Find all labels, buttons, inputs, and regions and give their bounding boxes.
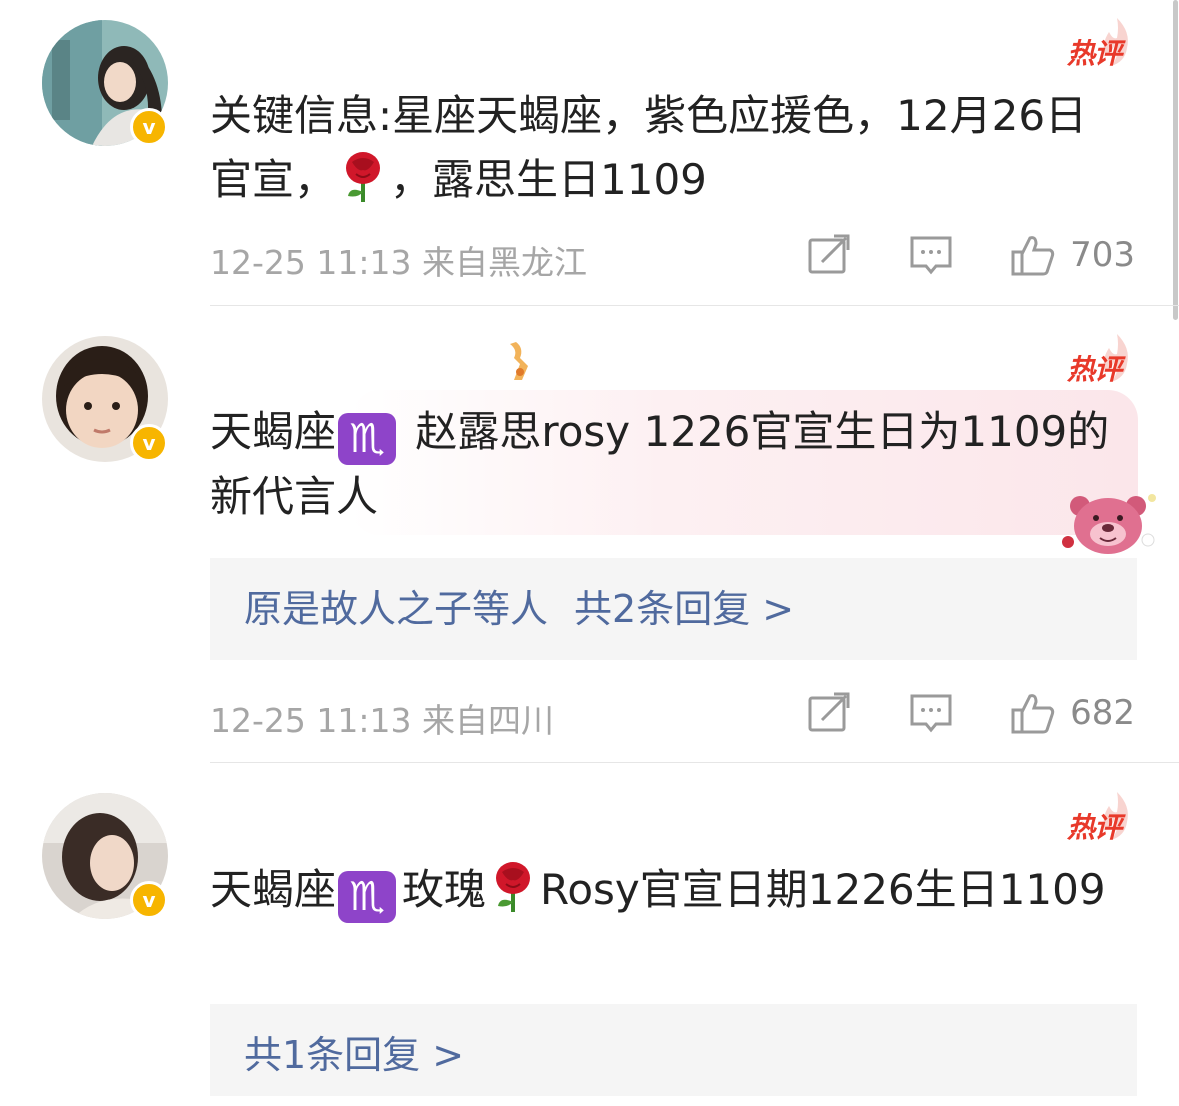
comment-text: 天蝎座 ♏ 赵露思rosy 1226官宣生日为1109的新代言人	[210, 400, 1110, 529]
location-text: 来自黑龙江	[421, 243, 587, 282]
scorpio-emoji-icon: ♏	[338, 413, 397, 465]
comment-text: 天蝎座 ♏ 玫瑰 Rosy官宣日期1226生日1109	[210, 858, 1110, 930]
comment-timestamp: 12-25 11:13 来自四川	[210, 694, 554, 742]
divider	[210, 762, 1179, 763]
reply-summary-box[interactable]: 共1条回复 >	[210, 1004, 1137, 1096]
comment-text-part: 天蝎座	[210, 407, 337, 456]
scorpio-emoji-icon: ♏	[338, 871, 397, 923]
verified-badge-icon: v	[130, 424, 168, 462]
rose-emoji-icon	[340, 150, 386, 220]
comment-meta: 12-25 11:13 来自四川 682	[210, 690, 1135, 740]
repost-icon[interactable]	[806, 690, 852, 736]
timestamp-text: 12-25 11:13	[210, 701, 412, 740]
hot-comment-label: 热评	[1066, 353, 1122, 386]
avatar[interactable]: v	[42, 336, 168, 462]
comment-text: 关键信息:星座天蝎座，紫色应援色，12月26日官宣， ，露思生日1109	[210, 84, 1110, 220]
avatar[interactable]: v	[42, 20, 168, 146]
location-text: 来自四川	[421, 701, 554, 740]
bear-sticker-icon	[1058, 490, 1158, 560]
avatar[interactable]: v	[42, 793, 168, 919]
comment-text-part: 天蝎座	[210, 865, 337, 914]
thumbs-up-icon[interactable]	[1010, 232, 1056, 278]
hot-comment-badge: 热评	[1041, 334, 1131, 398]
comment-timestamp: 12-25 11:13 来自黑龙江	[210, 236, 587, 284]
hot-comment-label: 热评	[1066, 37, 1122, 70]
scrollbar-thumb[interactable]	[1173, 0, 1178, 320]
comment-text-part: 玫瑰	[402, 865, 487, 914]
reply-summary-box[interactable]: 原是故人之子等人 共2条回复 >	[210, 558, 1137, 660]
comment-meta: 12-25 11:13 来自黑龙江 703	[210, 232, 1135, 282]
like-count: 682	[1070, 693, 1135, 733]
reply-users[interactable]: 原是故人之子等人	[244, 558, 548, 660]
like-count: 703	[1070, 235, 1135, 275]
hot-comment-badge: 热评	[1041, 792, 1131, 856]
reply-count-link[interactable]: 共2条回复 >	[574, 558, 794, 660]
hot-comment-badge: 热评	[1041, 18, 1131, 82]
hot-comment-label: 热评	[1066, 811, 1122, 844]
comment-icon[interactable]	[908, 232, 954, 278]
divider	[210, 305, 1179, 306]
rose-emoji-icon	[490, 860, 536, 930]
comment-text-part: Rosy官宣日期1226生日1109	[540, 865, 1106, 914]
scrollbar[interactable]	[1171, 0, 1179, 320]
reply-count-link[interactable]: 共1条回复 >	[244, 1004, 464, 1106]
comment-icon[interactable]	[908, 690, 954, 736]
verified-badge-icon: v	[130, 108, 168, 146]
repost-icon[interactable]	[806, 232, 852, 278]
verified-badge-icon: v	[130, 881, 168, 919]
comment-text-part: ，露思生日1109	[390, 155, 707, 204]
timestamp-text: 12-25 11:13	[210, 243, 412, 282]
pendant-decoration-icon	[500, 340, 534, 390]
thumbs-up-icon[interactable]	[1010, 690, 1056, 736]
